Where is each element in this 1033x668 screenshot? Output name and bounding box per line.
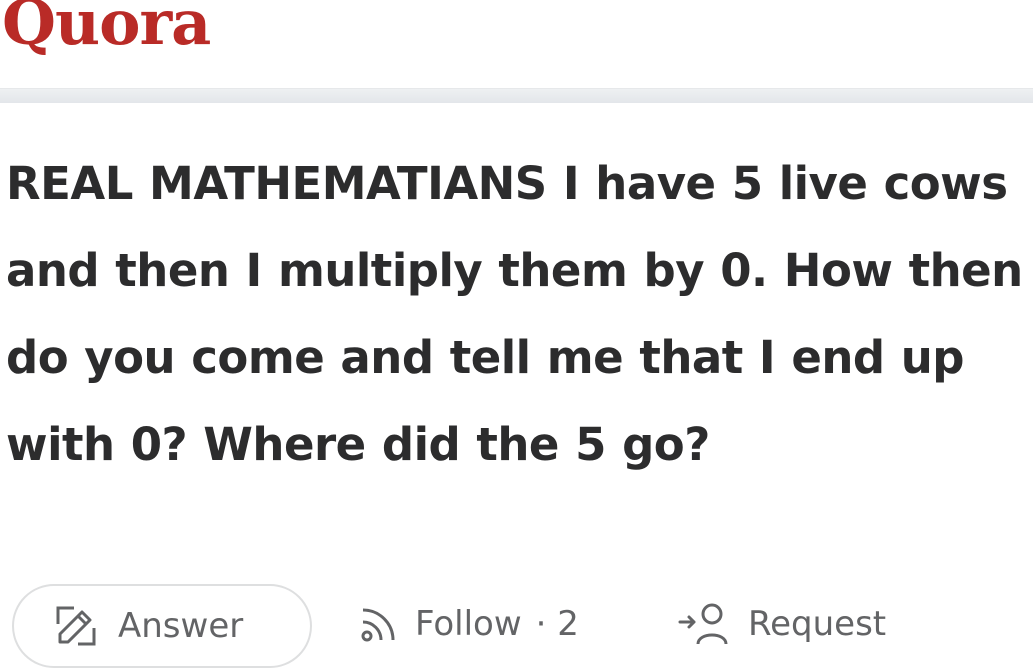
question-actions: Answer Follow · 2 Request	[12, 584, 1033, 668]
request-label: Request	[748, 604, 887, 644]
follow-label: Follow	[415, 604, 522, 644]
wifi-follow-icon	[357, 602, 401, 646]
person-add-icon	[678, 602, 734, 646]
question-title[interactable]: REAL MATHEMATIANS I have 5 live cows and…	[6, 140, 1033, 488]
answer-button[interactable]: Answer	[12, 584, 312, 668]
header-divider	[0, 88, 1033, 103]
follow-button[interactable]: Follow · 2	[357, 602, 579, 646]
request-button[interactable]: Request	[678, 602, 886, 646]
quora-logo[interactable]: Quora	[2, 0, 211, 60]
pencil-edit-icon	[54, 604, 98, 648]
answer-label: Answer	[118, 606, 244, 646]
follow-count: · 2	[535, 604, 579, 644]
